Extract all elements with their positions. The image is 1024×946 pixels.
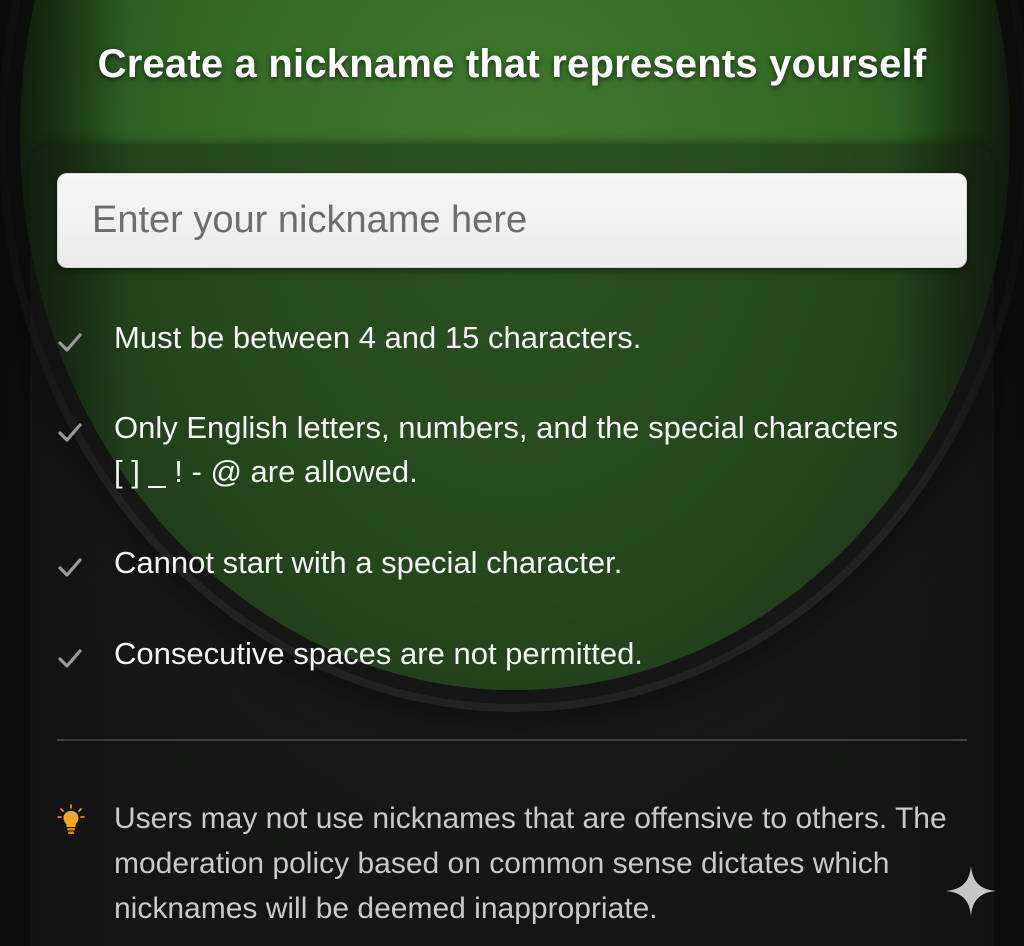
sparkle-icon: [946, 866, 996, 916]
notice-text: Users may not use nicknames that are off…: [114, 802, 947, 925]
check-icon: [58, 558, 82, 577]
page-title: Create a nickname that represents yourse…: [97, 42, 927, 86]
check-icon: [58, 423, 82, 442]
rule-text: Consecutive spaces are not permitted.: [114, 636, 643, 671]
rule-text: Cannot start with a special character.: [114, 545, 623, 580]
check-icon: [58, 333, 82, 352]
lightbulb-icon: [57, 804, 85, 834]
divider: [57, 739, 967, 741]
rule-text: Must be between 4 and 15 characters.: [114, 320, 642, 355]
check-icon: [58, 649, 82, 668]
rule-text: Only English letters, numbers, and the s…: [114, 410, 898, 489]
nickname-screen: Create a nickname that represents yourse…: [0, 0, 1024, 946]
nickname-input[interactable]: [57, 173, 967, 268]
